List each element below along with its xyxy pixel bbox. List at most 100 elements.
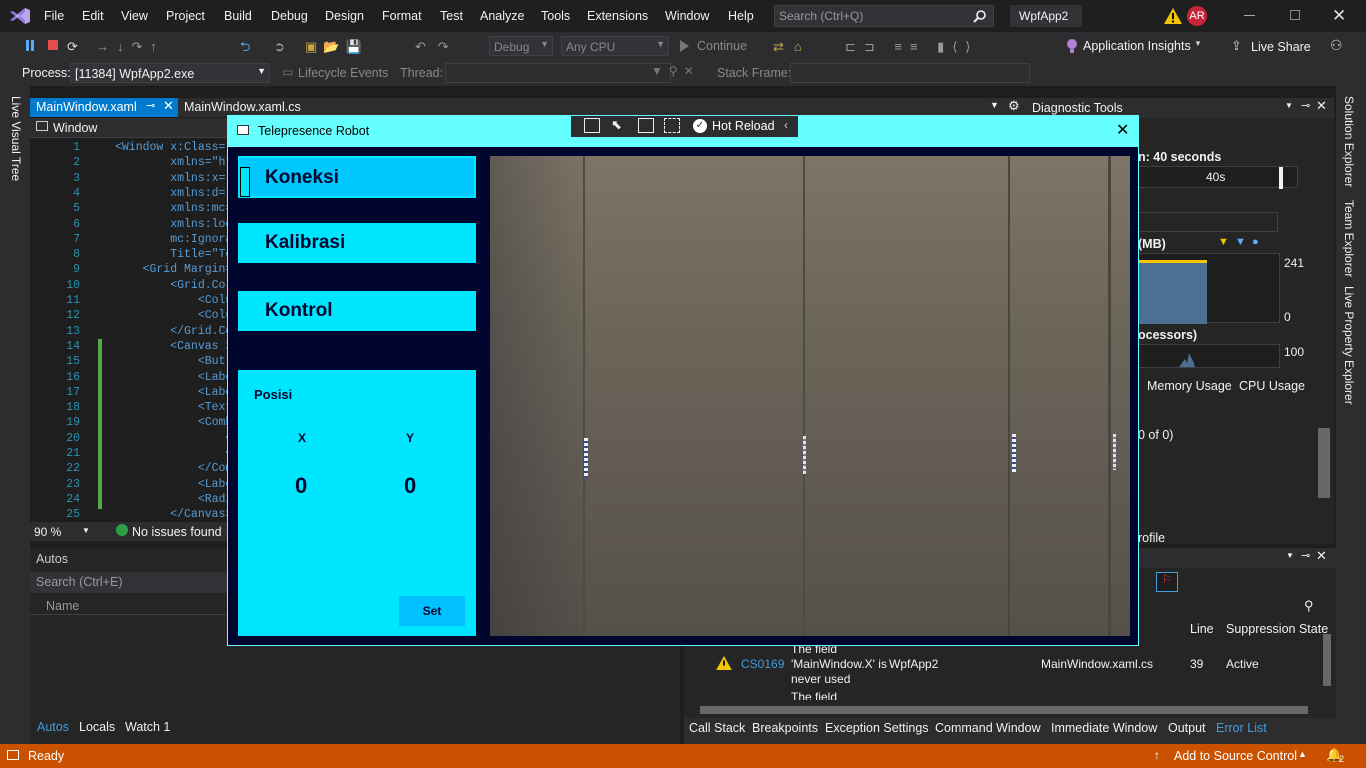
issues-status[interactable]: No issues found [132, 525, 222, 539]
menu-tools[interactable]: Tools [541, 0, 570, 32]
tab-mainwindow-xaml[interactable]: MainWindow.xaml ⊸ ✕ [30, 98, 178, 117]
tab-immediate-window[interactable]: Immediate Window [1051, 718, 1157, 738]
code-line[interactable]: <Grid Margin=" [115, 262, 230, 277]
live-visual-tree-tab[interactable]: Live Visual Tree [9, 96, 23, 181]
koneksi-button[interactable]: Koneksi [238, 156, 476, 198]
code-line[interactable]: <Radio [115, 492, 230, 507]
tab-mainwindow-xaml-cs[interactable]: MainWindow.xaml.cs [184, 100, 301, 114]
code-line[interactable]: <Window x:Class=" [115, 140, 230, 155]
pin-icon[interactable]: ⊸ [1301, 549, 1310, 562]
code-line[interactable]: <Colum [115, 293, 230, 308]
menu-extensions[interactable]: Extensions [587, 0, 648, 32]
code-line[interactable]: <Grid.Colu [115, 278, 230, 293]
process-dropdown[interactable]: [11384] WpfApp2.exe ▼ [70, 63, 270, 83]
app-insights-button[interactable]: Application Insights [1083, 39, 1191, 53]
play-icon[interactable] [680, 40, 689, 52]
memory-usage-tab[interactable]: Memory Usage [1147, 379, 1232, 393]
search-box[interactable]: Search (Ctrl+Q) [774, 5, 994, 27]
tab-output[interactable]: Output [1168, 718, 1206, 738]
code-line[interactable]: xmlns:loca [115, 217, 230, 232]
menu-window[interactable]: Window [665, 0, 709, 32]
menu-file[interactable]: File [44, 0, 64, 32]
continue-button[interactable]: Continue [697, 39, 747, 53]
restore-icon[interactable] [1290, 10, 1300, 20]
error-row[interactable]: The field CS0169 'MainWindow.X' is WpfAp… [684, 642, 1320, 702]
menu-format[interactable]: Format [382, 0, 422, 32]
column-name[interactable]: Name [46, 599, 79, 613]
menu-test[interactable]: Test [440, 0, 463, 32]
collapse-toolbar-icon[interactable]: ‹ [784, 118, 788, 132]
autos-tab-autos[interactable]: Autos [37, 720, 69, 734]
kalibrasi-button[interactable]: Kalibrasi [238, 223, 476, 263]
close-panel-icon[interactable]: ✕ [1316, 548, 1327, 564]
timeline-marker[interactable] [1279, 167, 1283, 189]
profile-link[interactable]: rofile [1138, 531, 1165, 543]
set-button[interactable]: Set [399, 596, 465, 626]
code-line[interactable]: xmlns:d="h [115, 186, 230, 201]
display-adorner-icon[interactable] [638, 118, 654, 133]
chevron-down-icon[interactable]: ▼ [1286, 551, 1294, 560]
config-dropdown[interactable]: Debug ▼ [489, 36, 553, 56]
error-list-vscroll[interactable] [1323, 634, 1331, 686]
breadcrumb[interactable]: Window [53, 121, 97, 135]
close-window-icon[interactable]: ✕ [1332, 6, 1346, 26]
kontrol-button[interactable]: Kontrol [238, 291, 476, 331]
code-line[interactable]: <Label [115, 385, 230, 400]
code-editor[interactable]: 1 2 3 4 5 6 7 8 9 10 11 12 13 14 15 16 17 18 19 20 21 22 23 24 2… [30, 139, 230, 522]
go-to-live-tree-icon[interactable] [584, 118, 600, 133]
column-line[interactable]: Line [1190, 622, 1214, 636]
warning-icon[interactable] [1164, 8, 1182, 24]
stack-frame-dropdown[interactable] [790, 63, 1030, 83]
code-line[interactable]: </Comb [115, 461, 230, 476]
back-icon[interactable]: ⮌ [240, 32, 250, 62]
code-line[interactable]: <TextB [115, 400, 230, 415]
stop-icon[interactable] [48, 40, 58, 50]
code-line[interactable]: <C [115, 431, 230, 446]
menu-project[interactable]: Project [166, 0, 205, 32]
thread-dropdown[interactable] [445, 63, 671, 83]
code-line[interactable]: xmlns="htt [115, 155, 230, 170]
platform-dropdown[interactable]: Any CPU ▼ [561, 36, 669, 56]
code-line[interactable]: xmlns:mc=" [115, 201, 230, 216]
menu-view[interactable]: View [121, 0, 148, 32]
restart-icon[interactable]: ⟳ [67, 32, 78, 62]
code-line[interactable]: <Canvas x [115, 339, 230, 354]
user-avatar[interactable]: AR [1187, 6, 1207, 26]
live-property-explorer-tab[interactable]: Live Property Explorer [1342, 286, 1356, 405]
team-explorer-tab[interactable]: Team Explorer [1342, 200, 1356, 277]
code-line[interactable]: xmlns:x="h [115, 171, 230, 186]
pin-icon[interactable]: ⊸ [146, 99, 155, 112]
add-to-source-control[interactable]: Add to Source Control [1174, 749, 1297, 763]
tab-call-stack[interactable]: Call Stack [689, 718, 745, 738]
pin-icon[interactable]: ⊸ [1301, 99, 1310, 112]
lifecycle-events[interactable]: Lifecycle Events [298, 66, 388, 80]
tab-breakpoints[interactable]: Breakpoints [752, 718, 818, 738]
feedback-icon[interactable]: ⚇ [1330, 37, 1343, 54]
select-element-icon[interactable]: ⬉ [611, 117, 622, 133]
code-line[interactable]: <Combo [115, 415, 230, 430]
tab-error-list[interactable]: Error List [1216, 718, 1267, 738]
code-line[interactable]: <Butto [115, 354, 230, 369]
code-line[interactable]: <Colum [115, 308, 230, 323]
live-share-button[interactable]: Live Share [1251, 40, 1311, 54]
code-line[interactable]: <Label [115, 477, 230, 492]
autos-tab-watch[interactable]: Watch 1 [125, 720, 170, 734]
column-suppression-state[interactable]: Suppression State [1226, 622, 1328, 636]
search-input[interactable]: Search (Ctrl+Q) [779, 9, 863, 23]
code-line[interactable]: <Label [115, 370, 230, 385]
diagnostic-scrollbar[interactable] [1318, 428, 1330, 498]
search-icon[interactable]: ⚲ [1304, 598, 1314, 614]
zoom-level[interactable]: 90 % [34, 525, 61, 539]
code-line[interactable]: </Grid.Col [115, 324, 230, 339]
tab-exception-settings[interactable]: Exception Settings [825, 718, 929, 738]
menu-debug[interactable]: Debug [271, 0, 308, 32]
chevron-down-icon[interactable]: ▼ [1285, 101, 1293, 110]
settings-icon[interactable]: ⚙ [1008, 98, 1020, 114]
file-icons[interactable]: ▣📂💾 [305, 32, 368, 62]
error-list-hscroll[interactable] [700, 706, 1308, 714]
debug-tool-icons[interactable]: ⇄⌂ [773, 32, 812, 62]
code-line[interactable]: Title="Te [115, 247, 230, 262]
menu-help[interactable]: Help [728, 0, 754, 32]
minimize-icon[interactable] [1244, 15, 1255, 16]
hot-reload-status[interactable]: Hot Reload [712, 119, 775, 133]
